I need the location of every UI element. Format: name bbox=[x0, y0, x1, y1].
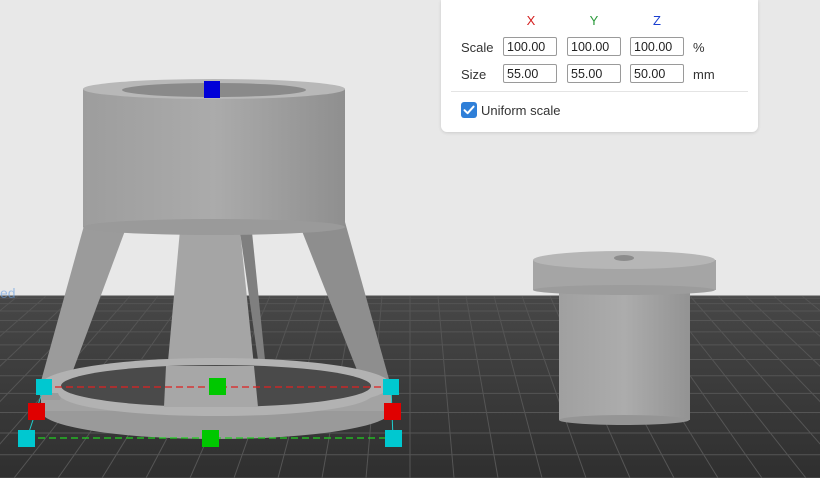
size-z-input[interactable] bbox=[630, 64, 684, 83]
cup-body bbox=[83, 89, 345, 227]
checkmark-icon bbox=[463, 105, 475, 115]
scale-row-label: Scale bbox=[461, 40, 494, 55]
size-x-input[interactable] bbox=[503, 64, 557, 83]
scale-handle-y-back[interactable] bbox=[209, 378, 226, 395]
size-unit: mm bbox=[693, 67, 715, 82]
scale-handle-corner-back-right[interactable] bbox=[383, 379, 399, 395]
scale-handle-y-front[interactable] bbox=[202, 430, 219, 447]
panel-divider bbox=[451, 91, 748, 92]
scale-panel: X Y Z Scale % Size mm Uniform scale bbox=[441, 0, 758, 132]
model-flanged-cylinder[interactable] bbox=[533, 251, 716, 425]
scale-handle-corner-back-left[interactable] bbox=[36, 379, 52, 395]
bed-logo-fragment: ed bbox=[0, 285, 16, 301]
uniform-scale-label: Uniform scale bbox=[481, 103, 561, 118]
scale-z-input[interactable] bbox=[630, 37, 684, 56]
scale-handle-corner-front-right[interactable] bbox=[385, 430, 402, 447]
axis-label-x: X bbox=[526, 13, 536, 28]
size-y-input[interactable] bbox=[567, 64, 621, 83]
cup-bottom bbox=[83, 219, 345, 235]
axis-label-z: Z bbox=[653, 13, 661, 28]
scale-y-input[interactable] bbox=[567, 37, 621, 56]
cylinder-body bbox=[559, 282, 690, 420]
scale-unit: % bbox=[693, 40, 705, 55]
scale-x-input[interactable] bbox=[503, 37, 557, 56]
scale-handle-z[interactable] bbox=[204, 81, 220, 98]
uniform-scale-checkbox[interactable] bbox=[461, 102, 477, 118]
size-row-label: Size bbox=[461, 67, 487, 82]
cylinder-hole bbox=[614, 255, 634, 261]
scale-handle-x-left[interactable] bbox=[28, 403, 45, 420]
scale-handle-x-right[interactable] bbox=[384, 403, 401, 420]
axis-label-y: Y bbox=[589, 13, 599, 28]
scale-handle-corner-front-left[interactable] bbox=[18, 430, 35, 447]
